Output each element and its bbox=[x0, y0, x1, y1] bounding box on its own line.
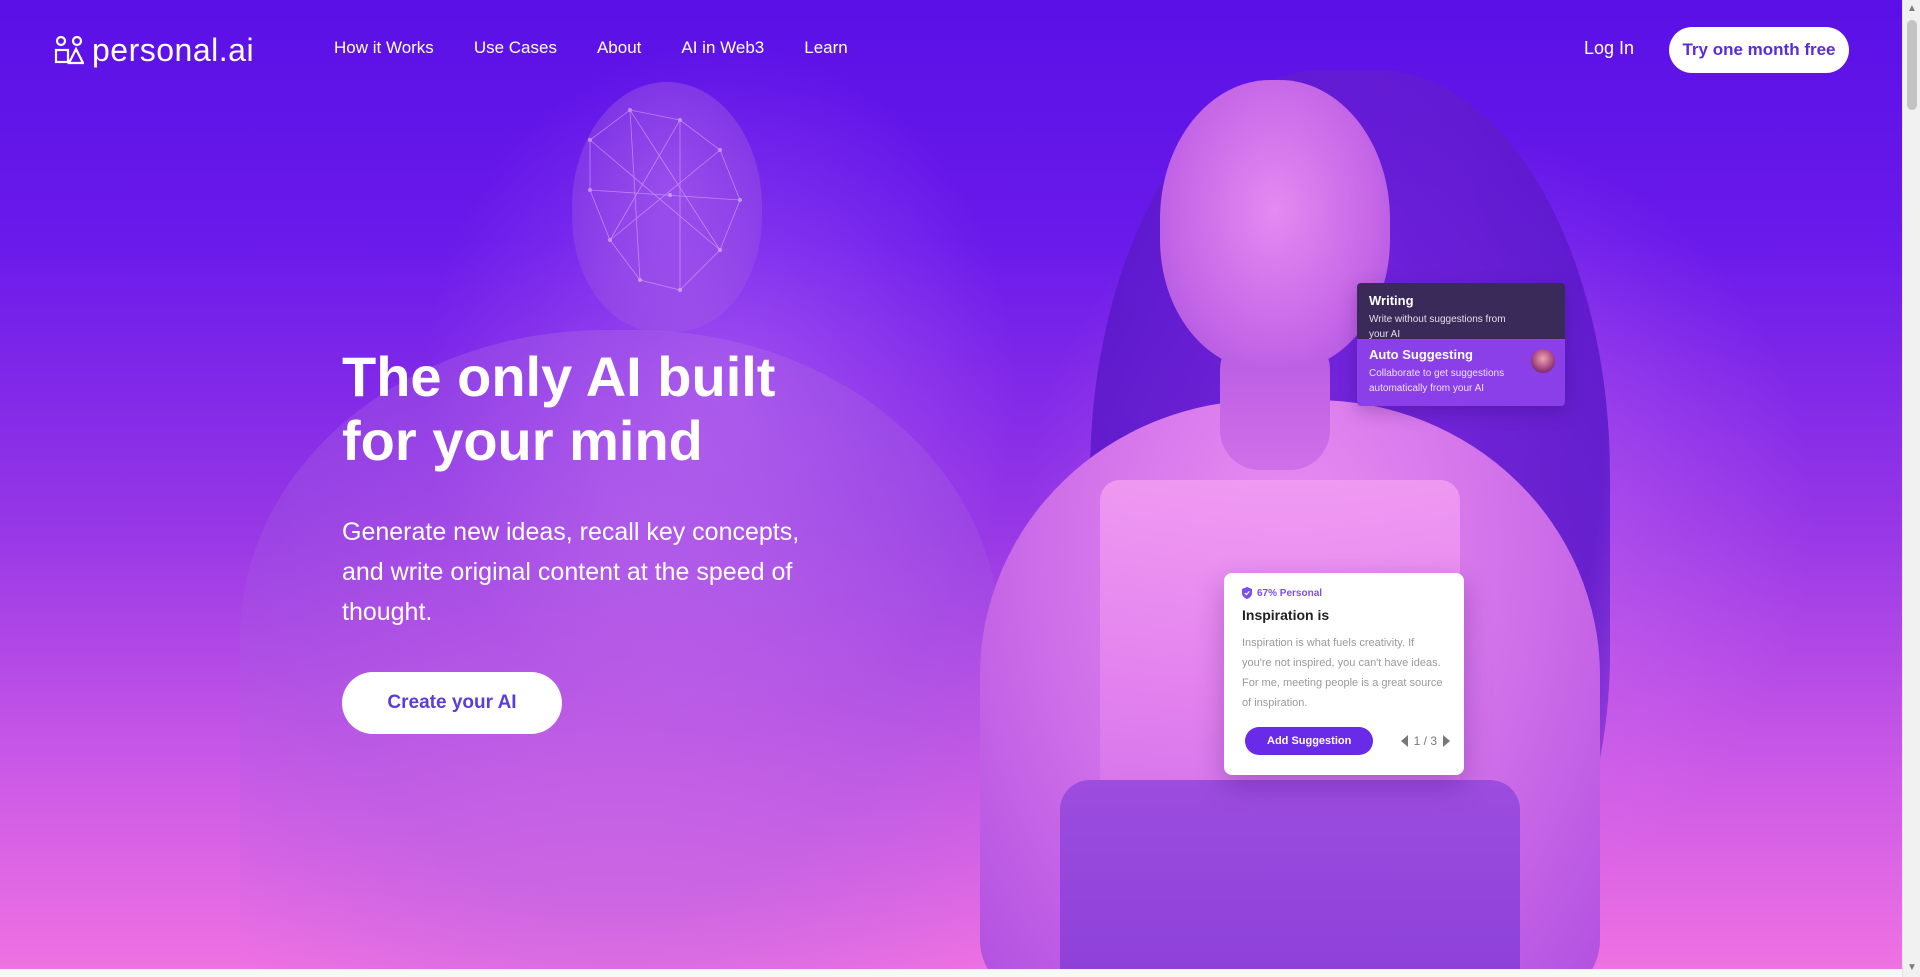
create-ai-button[interactable]: Create your AI bbox=[342, 672, 562, 734]
nav-use-cases[interactable]: Use Cases bbox=[474, 38, 557, 58]
suggestion-card: 67% Personal Inspiration is Inspiration … bbox=[1224, 573, 1464, 775]
scrollbar-thumb[interactable] bbox=[1907, 20, 1917, 110]
personal-score-text: 67% Personal bbox=[1257, 587, 1323, 599]
suggestion-title: Inspiration is bbox=[1242, 607, 1330, 623]
woman-pants bbox=[1060, 780, 1520, 969]
scroll-down-icon[interactable]: ▼ bbox=[1907, 963, 1917, 973]
pager-text: 1 / 3 bbox=[1413, 734, 1437, 748]
brand-name: personal.ai bbox=[92, 32, 255, 68]
mode-auto-title: Auto Suggesting bbox=[1369, 347, 1473, 362]
top-navigation: personal.ai How it Works Use Cases About… bbox=[0, 0, 1902, 100]
hero-subtitle: Generate new ideas, recall key concepts,… bbox=[342, 518, 800, 626]
avatar bbox=[1531, 349, 1555, 373]
mode-writing-title: Writing bbox=[1369, 293, 1414, 308]
nav-how-it-works[interactable]: How it Works bbox=[334, 38, 434, 58]
hero-section: personal.ai How it Works Use Cases About… bbox=[0, 0, 1902, 969]
suggestion-footer: Add Suggestion 1 / 3 bbox=[1245, 727, 1450, 755]
mode-option-auto-suggesting[interactable]: Auto Suggesting Collaborate to get sugge… bbox=[1357, 339, 1565, 406]
login-link[interactable]: Log In bbox=[1584, 38, 1634, 59]
woman-face bbox=[1160, 80, 1390, 370]
chevron-left-icon[interactable] bbox=[1400, 735, 1408, 747]
try-free-button[interactable]: Try one month free bbox=[1669, 27, 1849, 73]
page-bottom-strip bbox=[0, 969, 1902, 977]
personal-ai-logo-icon bbox=[54, 35, 84, 64]
nav-ai-in-web3[interactable]: AI in Web3 bbox=[681, 38, 764, 58]
mode-auto-description: Collaborate to get suggestions automatic… bbox=[1369, 368, 1505, 394]
add-suggestion-button[interactable]: Add Suggestion bbox=[1245, 727, 1374, 755]
scroll-up-icon[interactable]: ▲ bbox=[1907, 4, 1917, 14]
suggestion-body: Inspiration is what fuels creativity. If… bbox=[1242, 637, 1443, 709]
chevron-right-icon[interactable] bbox=[1443, 735, 1450, 747]
suggestion-pager: 1 / 3 bbox=[1400, 734, 1450, 748]
personal-score-badge: 67% Personal bbox=[1242, 587, 1446, 599]
nav-about[interactable]: About bbox=[597, 38, 641, 58]
nav-links: How it Works Use Cases About AI in Web3 … bbox=[334, 38, 848, 58]
face-mesh-graphic bbox=[588, 108, 742, 292]
mode-writing-description: Write without suggestions from your AI bbox=[1369, 314, 1506, 340]
shield-icon bbox=[1242, 587, 1252, 599]
mode-option-writing[interactable]: Writing Write without suggestions from y… bbox=[1357, 283, 1565, 340]
brand-logo[interactable]: personal.ai bbox=[54, 32, 254, 69]
nav-learn[interactable]: Learn bbox=[804, 38, 847, 58]
mode-selector-card: Writing Write without suggestions from y… bbox=[1357, 283, 1565, 406]
vertical-scrollbar[interactable]: ▲ ▼ bbox=[1902, 0, 1920, 977]
hero-title: The only AI built for your mind bbox=[342, 345, 776, 472]
